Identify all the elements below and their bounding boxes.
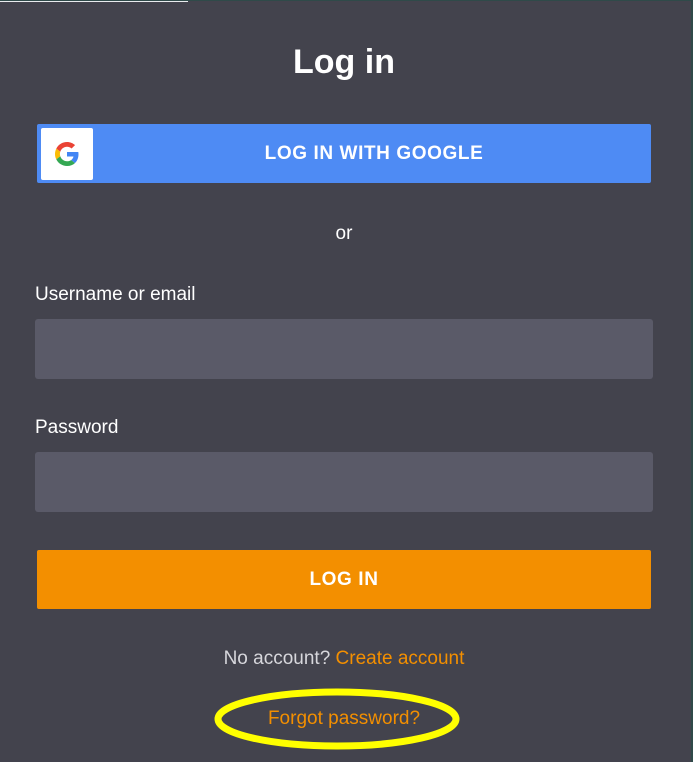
signup-prompt: No account? [223,648,331,669]
create-account-link[interactable]: Create account [336,648,465,669]
google-logo-icon [55,142,79,166]
forgot-password-link[interactable]: Forgot password? [268,708,420,729]
forgot-password-row: Forgot password? [0,706,688,732]
google-login-button[interactable]: LOG IN WITH GOOGLE [37,124,651,183]
login-page: Log in LOG IN WITH GOOGLE or Username or… [0,0,693,762]
or-divider: or [335,223,353,244]
password-input[interactable] [35,452,653,512]
google-login-label: LOG IN WITH GOOGLE [264,143,484,164]
top-edge-strip [0,1,188,2]
username-label: Username or email [35,284,196,305]
signup-line: No account? Create account [0,646,688,672]
login-button[interactable]: LOG IN [37,550,651,609]
page-title: Log in [293,43,395,81]
password-label: Password [35,417,119,438]
google-logo-box [41,128,93,180]
username-input[interactable] [35,319,653,379]
